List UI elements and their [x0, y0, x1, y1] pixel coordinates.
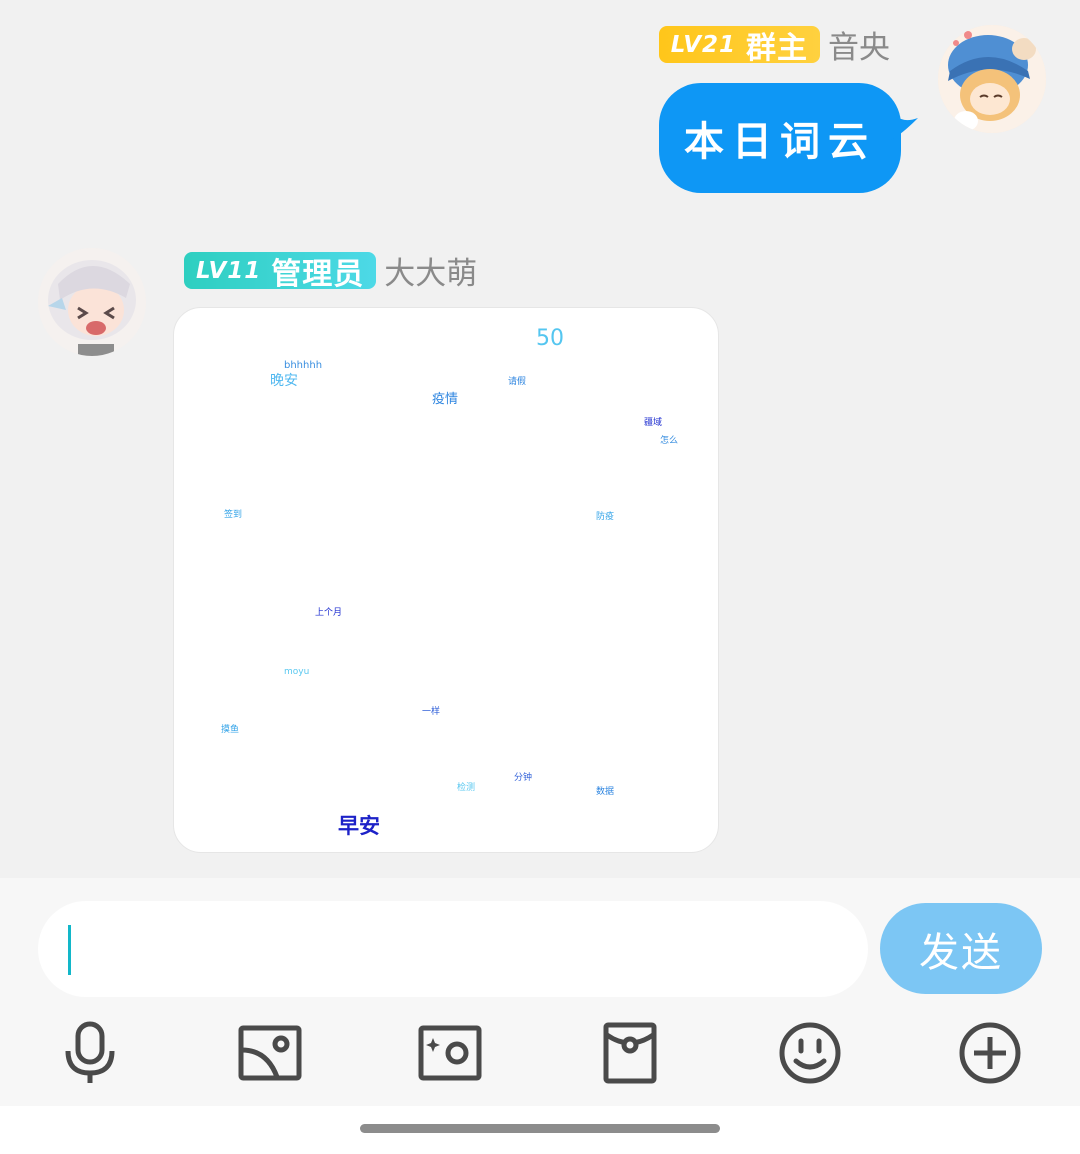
- owner-badge: LV21 群主: [658, 26, 820, 66]
- image-button[interactable]: [235, 1018, 305, 1088]
- composer: 发送: [0, 878, 1080, 1106]
- owner-badge-level: LV21: [670, 31, 736, 58]
- wordcloud-word: 晚安: [270, 373, 298, 389]
- admin-badge-level: LV11: [196, 257, 262, 284]
- message-input[interactable]: [38, 901, 868, 997]
- text-cursor: [68, 925, 71, 975]
- wordcloud-word: 疆域: [644, 418, 663, 428]
- outgoing-message-bubble[interactable]: 本日词云: [659, 83, 901, 193]
- wordcloud-word: 防疫: [596, 512, 615, 522]
- admin-badge: LV11 管理员: [184, 252, 377, 292]
- wordcloud-word: 请假: [508, 377, 527, 387]
- emoji-button[interactable]: [775, 1018, 845, 1088]
- red-packet-icon: [603, 1022, 657, 1084]
- bubble-tail: [890, 104, 918, 140]
- wordcloud-word: moyu: [284, 667, 310, 677]
- owner-badge-role: 群主: [746, 30, 808, 66]
- wordcloud-word: 怎么: [660, 436, 679, 446]
- incoming-message-header: LV11 管理员 大大萌: [184, 248, 477, 293]
- wordcloud-word: 疫情: [432, 392, 459, 407]
- emoji-icon: [779, 1022, 841, 1084]
- incoming-nickname[interactable]: 大大萌: [384, 248, 477, 293]
- wordcloud-word: 分钟: [514, 773, 533, 783]
- wordcloud-word: 签到: [224, 510, 243, 520]
- wordcloud-word: 摸鱼: [221, 725, 240, 735]
- admin-badge-role: 管理员: [271, 256, 365, 292]
- plus-icon: [959, 1022, 1021, 1084]
- send-button[interactable]: 发送: [880, 903, 1042, 994]
- wordcloud-image[interactable]: 50 bhhhhh 晚安 疫情 请假 疆域 怎么 签到 防疫 上个月 moyu …: [173, 307, 719, 853]
- wordcloud-word: 一样: [422, 707, 441, 717]
- more-button[interactable]: [955, 1018, 1025, 1088]
- home-indicator[interactable]: [360, 1124, 720, 1133]
- self-avatar[interactable]: [938, 25, 1046, 133]
- sender-avatar[interactable]: [38, 248, 146, 356]
- microphone-icon: [65, 1021, 115, 1083]
- wordcloud-word: 检测: [457, 783, 476, 793]
- chat-message-list[interactable]: LV21 群主 音央 本日词云 LV11 管理员 大大萌 50 bhhhhh 晚…: [0, 0, 1080, 878]
- wordcloud-word: 50: [536, 326, 564, 351]
- image-icon: [238, 1025, 302, 1081]
- outgoing-nickname[interactable]: 音央: [828, 22, 890, 67]
- wordcloud-word: 早安: [338, 814, 380, 838]
- wordcloud-word: 上个月: [315, 608, 343, 618]
- outgoing-message-header: LV21 群主 音央: [658, 22, 890, 67]
- system-navigation-bar: [0, 1106, 1080, 1154]
- camera-button[interactable]: [415, 1018, 485, 1088]
- red-packet-button[interactable]: [595, 1018, 665, 1088]
- voice-button[interactable]: [55, 1018, 125, 1088]
- wordcloud-word: 数据: [596, 787, 615, 797]
- camera-icon: [418, 1025, 482, 1081]
